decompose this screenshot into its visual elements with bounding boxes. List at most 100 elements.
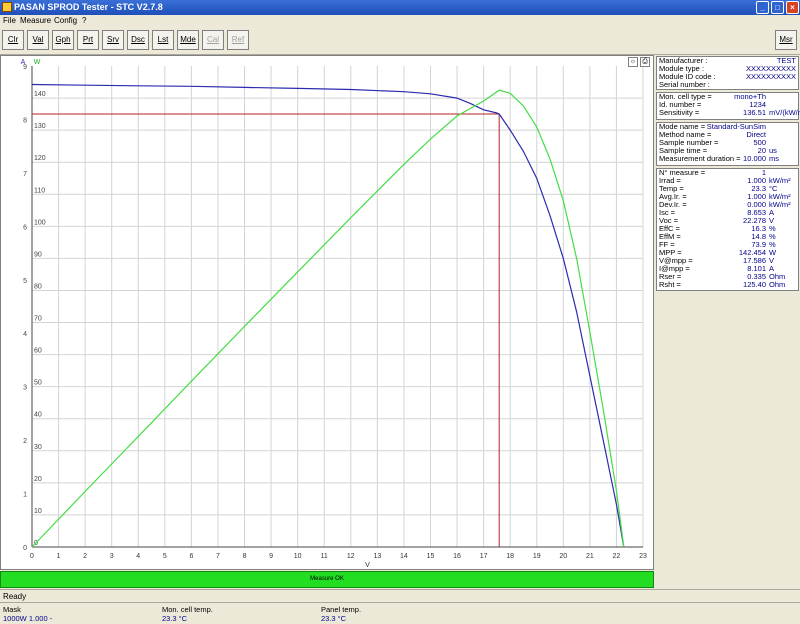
status-bar: Ready <box>0 589 800 602</box>
info-row: Sensitivity = 136.51mV/(kW/m²) <box>657 108 800 117</box>
panel-temp-value: 23.3 °C <box>321 614 347 623</box>
x-tick-label: 15 <box>427 553 435 560</box>
close-button[interactable]: × <box>786 1 799 14</box>
info-label: Sensitivity = <box>659 108 700 117</box>
menu-measure[interactable]: Measure <box>20 16 51 25</box>
x-tick-label: 9 <box>269 553 273 560</box>
mask-value: 1000W 1.000 - <box>3 614 53 623</box>
menu-file[interactable]: File <box>3 16 16 25</box>
save-button[interactable]: Srv <box>102 30 124 50</box>
x-tick-label: 20 <box>559 553 567 560</box>
info-value: 136.51 <box>743 108 766 117</box>
current-tick-label: 5 <box>23 278 27 285</box>
chart-panel: 0 1 2 3 4 5 6 7 8 9 10 11 12 13 14 15 16 17 18 19 20 21 22 23 0 1… <box>0 55 654 570</box>
export-icon[interactable]: ⎙ <box>640 57 650 67</box>
sun-icon[interactable]: ☼ <box>628 57 638 67</box>
info-unit: mV/(kW/m²) <box>769 108 800 117</box>
info-unit: Ohm <box>769 280 786 289</box>
moncell-cell: Mon. cell temp. 23.3 °C <box>162 605 213 623</box>
power-tick-label: 120 <box>34 155 46 162</box>
current-tick-label: 1 <box>23 492 27 499</box>
x-tick-label: 18 <box>506 553 514 560</box>
toolbar: Clr Val Gph Prt Srv Dsc Lst Mde Cal Ref … <box>0 27 800 55</box>
menu-config[interactable]: Config <box>54 16 77 25</box>
power-tick-label: 60 <box>34 348 42 355</box>
info-row: Rsht = 125.40 Ohm <box>657 281 798 289</box>
moncell-value: 23.3 °C <box>162 614 188 623</box>
x-tick-label: 12 <box>347 553 355 560</box>
x-tick-label: 13 <box>373 553 381 560</box>
power-tick-label: 130 <box>34 123 46 130</box>
info-row: EffM = 14.8% <box>657 233 798 241</box>
reference-button[interactable]: Ref <box>227 30 249 50</box>
power-tick-label: 90 <box>34 251 42 258</box>
status-text: Ready <box>3 592 27 601</box>
current-tick-label: 6 <box>23 224 27 231</box>
method-box: Mode name = Standard-SunSim Method name = D… <box>656 122 799 166</box>
x-tick-label: 11 <box>321 553 328 560</box>
info-value: XXXXXXXXXX <box>745 72 796 81</box>
moncell-label: Mon. cell temp. <box>162 605 213 614</box>
info-row: Isc = 8.653 A <box>657 209 798 217</box>
iv-chart: 0 1 2 3 4 5 6 7 8 9 10 11 12 13 14 15 16 17 18 19 20 21 22 2301… <box>21 59 647 569</box>
measure-button[interactable]: Msr <box>775 30 797 50</box>
mode-button[interactable]: Mde <box>177 30 199 50</box>
maximize-button[interactable]: □ <box>771 1 784 14</box>
power-curve-line <box>31 89 625 548</box>
power-tick-label: 100 <box>34 219 46 226</box>
x-tick-label: 3 <box>110 553 114 560</box>
current-tick-label: 4 <box>23 331 27 338</box>
info-row: Serial number : <box>657 81 798 89</box>
x-tick-label: 4 <box>136 553 140 560</box>
title-bar: PASAN SPROD Tester - STC V2.7.8 _ □ × <box>0 0 800 15</box>
x-tick-label: 5 <box>163 553 167 560</box>
current-tick-label: 8 <box>23 117 27 124</box>
footer: Mask 1000W 1.000 - Mon. cell temp. 23.3 … <box>0 602 800 624</box>
current-tick-label: 7 <box>23 171 27 178</box>
info-panel: Manufacturer : TEST Module type : XXXXXXXXX… <box>655 55 800 588</box>
power-tick-label: 140 <box>34 91 46 98</box>
power-tick-label: 40 <box>34 412 42 419</box>
panel-temp-label: Panel temp. <box>321 605 362 614</box>
x-tick-label: 23 <box>639 553 647 560</box>
module-info-box: Manufacturer : TEST Module type : XXXXXXXXX… <box>656 56 799 90</box>
x-tick-label: 2 <box>83 553 87 560</box>
info-label: Measurement duration = <box>659 154 741 163</box>
current-tick-label: 3 <box>23 385 27 392</box>
power-tick-label: 70 <box>34 316 42 323</box>
iv-curve-line <box>31 83 625 548</box>
power-tick-label: 30 <box>34 444 42 451</box>
print-button[interactable]: Prt <box>77 30 99 50</box>
mask-cell: Mask 1000W 1.000 - <box>3 605 52 623</box>
clear-button[interactable]: Clr <box>2 30 24 50</box>
info-row: Measurement duration = 10.000 ms <box>657 155 798 163</box>
mask-label: Mask <box>3 605 21 614</box>
x-tick-label: 22 <box>613 553 621 560</box>
x-tick-label: 1 <box>57 553 61 560</box>
validate-button[interactable]: Val <box>27 30 49 50</box>
monitor-cell-box: Mon. cell type = mono+Th Id. number = 1234 S… <box>656 92 800 120</box>
info-value: 125.40 <box>743 280 766 289</box>
info-unit: ms <box>769 154 779 163</box>
current-tick-label: 2 <box>23 438 27 445</box>
x-tick-label: 6 <box>189 553 193 560</box>
graph-button[interactable]: Gph <box>52 30 74 50</box>
x-tick-label: 16 <box>453 553 461 560</box>
minimize-button[interactable]: _ <box>756 1 769 14</box>
window-title: PASAN SPROD Tester - STC V2.7.8 <box>14 2 163 12</box>
info-label: Rsht = <box>659 280 681 289</box>
disk-button[interactable]: Dsc <box>127 30 149 50</box>
current-tick-label: 0 <box>23 545 27 552</box>
x-tick-label: 21 <box>586 553 594 560</box>
y-right-axis-label: W <box>34 59 41 66</box>
app-icon <box>2 2 12 12</box>
x-tick-label: 17 <box>480 553 488 560</box>
x-tick-label: 14 <box>400 553 408 560</box>
power-tick-label: 80 <box>34 283 42 290</box>
calibrate-button[interactable]: Cal <box>202 30 224 50</box>
info-row: Dev.Ir. = 0.000 kW/m² <box>657 201 798 209</box>
list-button[interactable]: Lst <box>152 30 174 50</box>
menu-help[interactable]: ? <box>82 16 86 25</box>
results-box: N° measure = 1 Irrad = 1.000 kW/m² Temp = 23.3… <box>656 168 799 291</box>
x-tick-label: 8 <box>243 553 247 560</box>
